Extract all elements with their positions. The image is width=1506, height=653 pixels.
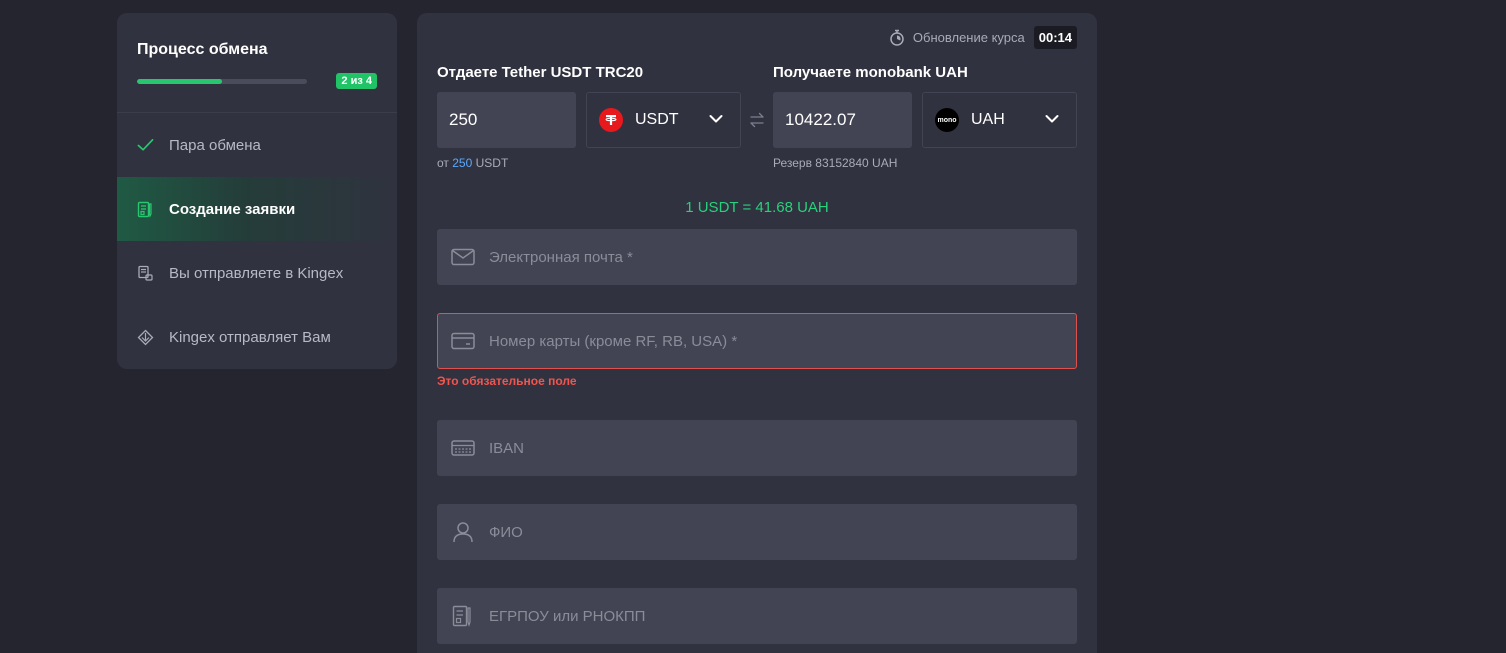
iban-placeholder: IBAN [489, 439, 525, 457]
exchange-process-sidebar: Процесс обмена 2 из 4 Пара обмена Создан… [117, 13, 397, 369]
chevron-down-icon [1044, 111, 1060, 127]
step-badge: 2 из 4 [336, 73, 377, 89]
full-name-placeholder: ФИО [489, 523, 523, 541]
give-note-prefix: от [437, 156, 449, 170]
sidebar-item-exchange-pair[interactable]: Пара обмена [117, 113, 397, 177]
card-number-field[interactable]: Номер карты (кроме RF, RB, USA) * [437, 313, 1077, 369]
receive-icon [137, 329, 154, 346]
sidebar-item-you-send[interactable]: Вы отправляете в Kingex [117, 241, 397, 305]
form-doc-icon [137, 201, 154, 218]
give-min-value: 250 [452, 156, 473, 170]
receive-amount-value: 10422.07 [785, 110, 856, 129]
monobank-icon: mono [935, 108, 959, 132]
progress-track [137, 78, 307, 84]
check-icon [137, 137, 154, 154]
tax-id-placeholder: ЕГРПОУ или РНОКПП [489, 607, 646, 625]
sidebar-item-label: Вы отправляете в Kingex [169, 264, 344, 282]
user-icon [450, 521, 476, 543]
sidebar-item-label: Создание заявки [169, 200, 296, 218]
exchange-form-panel: Обновление курса 00:14 Отдаете Tether US… [417, 13, 1097, 653]
tax-id-field[interactable]: ЕГРПОУ или РНОКПП [437, 588, 1077, 644]
sidebar-item-create-request[interactable]: Создание заявки [117, 177, 397, 241]
tether-icon [599, 108, 623, 132]
receive-currency-select[interactable]: mono UAH [922, 92, 1077, 148]
send-doc-icon [137, 265, 154, 282]
full-name-field[interactable]: ФИО [437, 504, 1077, 560]
sidebar-title: Процесс обмена [137, 41, 268, 58]
exchange-rate: 1 USDT = 41.68 UAH [685, 199, 829, 216]
sidebar-item-label: Пара обмена [169, 136, 261, 154]
receive-currency-label: UAH [971, 111, 1005, 128]
email-field[interactable]: Электронная почта * [437, 229, 1077, 285]
give-min-note: от 250 USDT [437, 156, 508, 170]
stopwatch-icon [889, 29, 905, 46]
give-amount-input[interactable]: 250 [437, 92, 576, 148]
receive-label: Получаете monobank UAH [773, 64, 968, 81]
bank-keyboard-icon [450, 437, 476, 459]
credit-card-icon [450, 330, 476, 352]
give-amount-value: 250 [449, 110, 478, 129]
monobank-logo-text: mono [937, 116, 957, 124]
sidebar-item-label: Kingex отправляет Вам [169, 328, 331, 346]
sidebar-header: Процесс обмена 2 из 4 [117, 13, 397, 113]
email-placeholder: Электронная почта * [489, 248, 633, 266]
rate-timer: 00:14 [1033, 26, 1077, 49]
mail-icon [450, 246, 476, 268]
give-currency-select[interactable]: USDT [586, 92, 741, 148]
iban-field[interactable]: IBAN [437, 420, 1077, 476]
give-label: Отдаете Tether USDT TRC20 [437, 64, 644, 81]
give-note-suffix: USDT [475, 156, 509, 170]
sidebar-item-kingex-sends[interactable]: Kingex отправляет Вам [117, 305, 397, 369]
receive-amount-input[interactable]: 10422.07 [773, 92, 912, 148]
progress-fill [137, 78, 222, 84]
chevron-down-icon [708, 111, 724, 127]
card-number-error: Это обязательное поле [437, 374, 577, 388]
give-currency-label: USDT [635, 111, 679, 128]
progress-row: 2 из 4 [137, 73, 377, 89]
rate-update-indicator: Обновление курса 00:14 [889, 26, 1077, 49]
document-pen-icon [450, 605, 476, 627]
rate-update-label: Обновление курса [912, 30, 1025, 45]
swap-arrows-icon[interactable] [748, 112, 766, 128]
card-number-placeholder: Номер карты (кроме RF, RB, USA) * [489, 332, 738, 350]
receive-reserve-note: Резерв 83152840 UAH [773, 156, 898, 170]
